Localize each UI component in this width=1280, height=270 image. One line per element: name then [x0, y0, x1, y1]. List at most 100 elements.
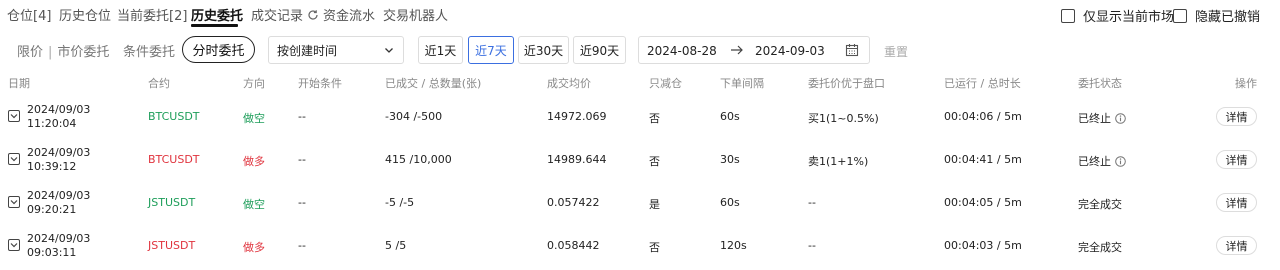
order-datetime: 2024/09/03 11:20:04: [27, 103, 90, 131]
order-status-text: 已终止: [1078, 155, 1111, 168]
avg-price: 14972.069: [547, 110, 607, 123]
table-row: 2024/09/03 11:20:04 BTCUSDT 做空 -- -304 /-…: [0, 95, 1280, 138]
expand-row-toggle[interactable]: [8, 110, 20, 122]
price-better: 买1(1~0.5%): [808, 112, 879, 125]
header-side: 方向: [243, 77, 265, 90]
checkbox-box[interactable]: [1173, 8, 1187, 23]
table-header: 日期 合约 方向 开始条件 已成交 / 总数量(张) 成交均价 只减仓 下单间隔…: [0, 72, 1280, 92]
subtab-twap[interactable]: 分时委托: [182, 36, 255, 63]
chevron-down-icon: [10, 157, 18, 162]
contract-symbol[interactable]: JSTUSDT: [148, 239, 195, 252]
contract-symbol[interactable]: BTCUSDT: [148, 153, 200, 166]
contract-symbol[interactable]: BTCUSDT: [148, 110, 200, 123]
checkbox-box[interactable]: [1061, 8, 1075, 23]
order-side: 做多: [243, 241, 265, 254]
limit-label: 限价: [17, 45, 44, 60]
active-tab-underline: [191, 24, 238, 27]
order-interval: 60s: [720, 196, 740, 209]
details-button[interactable]: 详情: [1216, 236, 1257, 255]
order-interval: 60s: [720, 110, 740, 123]
filled-total: 415 /10,000: [385, 153, 452, 166]
current-market-only-label: 仅显示当前市场: [1083, 10, 1175, 25]
header-avg-price: 成交均价: [547, 77, 591, 90]
tab-order-history[interactable]: 历史委托: [191, 5, 243, 24]
info-icon[interactable]: [1115, 156, 1126, 167]
header-runtime: 已运行 / 总时长: [944, 77, 1021, 90]
header-start-condition: 开始条件: [298, 77, 342, 90]
start-condition: --: [298, 239, 306, 252]
header-contract: 合约: [148, 77, 170, 90]
header-action: 操作: [1235, 77, 1257, 90]
start-condition: --: [298, 153, 306, 166]
calendar-icon[interactable]: [845, 43, 859, 57]
filled-total: -304 /-500: [385, 110, 443, 123]
runtime: 00:04:03 / 5m: [944, 239, 1022, 252]
range-90d-button[interactable]: 近90天: [573, 36, 626, 64]
range-30d-button[interactable]: 近30天: [518, 36, 569, 64]
tab-open-orders[interactable]: 当前委托[2]: [117, 5, 187, 24]
date-range-picker[interactable]: 2024-08-28 2024-09-03: [638, 36, 870, 64]
range-1d-button[interactable]: 近1天: [418, 36, 463, 64]
header-interval: 下单间隔: [720, 77, 764, 90]
date-to[interactable]: 2024-09-03: [755, 44, 825, 58]
hide-cancelled-label: 隐藏已撤销: [1195, 10, 1261, 25]
avg-price: 14989.644: [547, 153, 607, 166]
avg-price: 0.057422: [547, 196, 600, 209]
header-date: 日期: [8, 77, 30, 90]
date-from[interactable]: 2024-08-28: [647, 44, 717, 58]
avg-price: 0.058442: [547, 239, 600, 252]
contract-symbol[interactable]: JSTUSDT: [148, 196, 195, 209]
filter-row: 限价 | 市价委托 条件委托 分时委托 按创建时间 近1天 近7天 近30天 近90…: [0, 30, 1280, 70]
expand-row-toggle[interactable]: [8, 196, 20, 208]
sort-select-value: 按创建时间: [277, 43, 338, 58]
reduce-only: 否: [649, 241, 660, 254]
current-market-only-checkbox[interactable]: 仅显示当前市场: [1061, 6, 1174, 25]
order-date: 2024/09/03: [27, 189, 91, 202]
details-button[interactable]: 详情: [1216, 193, 1257, 212]
hide-cancelled-checkbox[interactable]: 隐藏已撤销: [1173, 6, 1260, 25]
order-interval: 30s: [720, 153, 740, 166]
tab-funding-flow[interactable]: 资金流水: [323, 5, 375, 24]
details-button[interactable]: 详情: [1216, 150, 1257, 169]
order-status-text: 已终止: [1078, 112, 1111, 125]
header-filled-total: 已成交 / 总数量(张): [385, 77, 482, 90]
order-datetime: 2024/09/03 09:20:21: [27, 189, 90, 217]
tab-trading-bots[interactable]: 交易机器人: [383, 5, 448, 24]
refresh-icon[interactable]: [307, 9, 319, 21]
reset-button[interactable]: 重置: [884, 43, 908, 60]
order-date: 2024/09/03: [27, 146, 91, 159]
table-row: 2024/09/03 09:20:21 JSTUSDT 做空 -- -5 /-5 …: [0, 181, 1280, 224]
order-status: 完全成交: [1078, 196, 1122, 212]
header-status: 委托状态: [1078, 77, 1122, 90]
order-date: 2024/09/03: [27, 232, 91, 245]
table-row: 2024/09/03 10:39:12 BTCUSDT 做多 -- 415 /10…: [0, 138, 1280, 181]
tab-positions[interactable]: 仓位[4]: [7, 5, 51, 24]
info-icon[interactable]: [1115, 113, 1126, 124]
order-side: 做多: [243, 155, 265, 168]
order-datetime: 2024/09/03 10:39:12: [27, 146, 90, 174]
reduce-only: 是: [649, 198, 660, 211]
order-status-text: 完全成交: [1078, 241, 1122, 254]
header-price-better: 委托价优于盘口: [808, 77, 885, 90]
sort-select[interactable]: 按创建时间: [268, 36, 404, 64]
start-condition: --: [298, 110, 306, 123]
price-better: --: [808, 196, 816, 209]
expand-row-toggle[interactable]: [8, 239, 20, 251]
subtab-conditional[interactable]: 条件委托: [123, 41, 175, 60]
chevron-down-icon: [10, 200, 18, 205]
order-time: 11:20:04: [27, 117, 77, 130]
runtime: 00:04:06 / 5m: [944, 110, 1022, 123]
table-row: 2024/09/03 09:03:11 JSTUSDT 做多 -- 5 /5 0.…: [0, 224, 1280, 267]
price-better: 卖1(1+1%): [808, 155, 869, 168]
tab-position-history[interactable]: 历史仓位: [59, 5, 111, 24]
expand-row-toggle[interactable]: [8, 153, 20, 165]
order-date: 2024/09/03: [27, 103, 91, 116]
details-button[interactable]: 详情: [1216, 107, 1257, 126]
tab-trade-history[interactable]: 成交记录: [251, 5, 319, 24]
subtab-limit-market[interactable]: 限价 | 市价委托: [17, 41, 109, 60]
reduce-only: 否: [649, 155, 660, 168]
range-7d-button[interactable]: 近7天: [468, 36, 514, 64]
price-better: --: [808, 239, 816, 252]
order-time: 09:03:11: [27, 246, 77, 259]
runtime: 00:04:41 / 5m: [944, 153, 1022, 166]
